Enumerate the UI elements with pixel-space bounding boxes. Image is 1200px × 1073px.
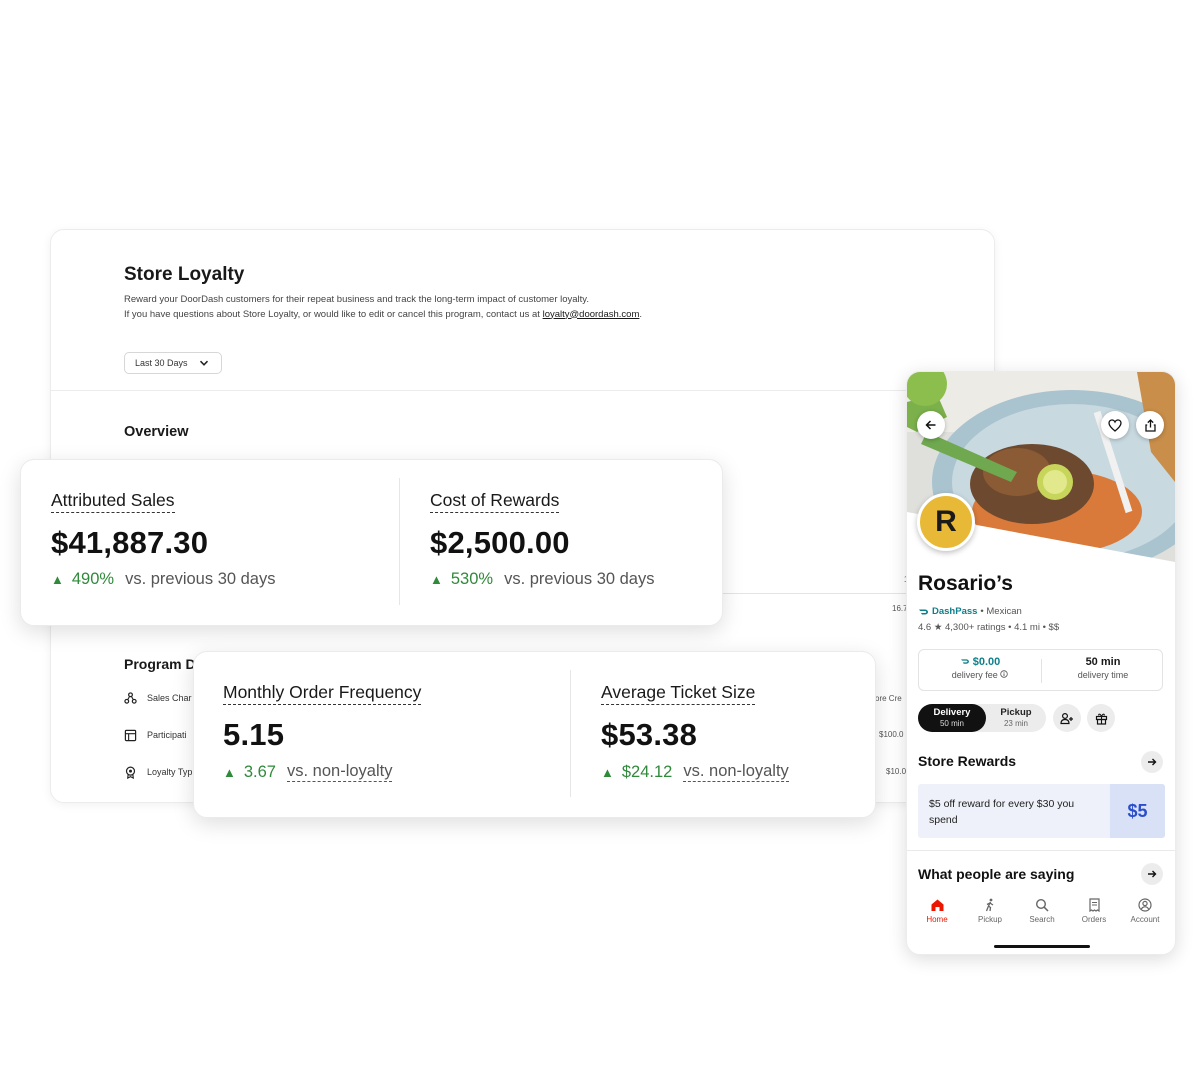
trend-up-icon: ▲ — [430, 572, 443, 587]
reward-offer-card[interactable]: $5 off reward for every $30 you spend $5 — [918, 784, 1165, 838]
program-row-sales-channel: Sales Char — [124, 690, 192, 706]
share-icon — [1144, 418, 1156, 432]
metric-cost-of-rewards: Cost of Rewards $2,500.00 ▲ 530% vs. pre… — [430, 490, 655, 589]
walking-person-icon — [985, 898, 994, 912]
trend-up-icon: ▲ — [601, 764, 614, 780]
metric-monthly-order-frequency: Monthly Order Frequency 5.15 ▲ 3.67 vs. … — [223, 682, 422, 782]
page-title: Store Loyalty — [124, 264, 245, 285]
delivery-time: 50 min delivery time — [1077, 656, 1129, 680]
metric-value: 5.15 — [223, 717, 285, 752]
cuisine-label: • Mexican — [980, 606, 1022, 617]
contact-email-link[interactable]: loyalty@doordash.com — [543, 309, 640, 320]
share-button[interactable] — [1136, 411, 1164, 439]
store-name: Rosario’s — [918, 572, 1013, 595]
metric-average-ticket-size: Average Ticket Size $53.38 ▲ $24.12 vs. … — [601, 682, 789, 782]
arrow-right-icon — [1148, 758, 1157, 766]
home-indicator — [994, 945, 1090, 948]
metric-value: $53.38 — [601, 717, 698, 752]
chevron-down-icon — [199, 360, 209, 366]
metric-delta: $24.12 — [621, 762, 673, 781]
toggle-delivery[interactable]: Delivery 50 min — [918, 704, 986, 732]
dashpass-icon — [919, 609, 928, 614]
metric-label[interactable]: Attributed Sales — [51, 490, 175, 513]
metric-comparison[interactable]: vs. non-loyalty — [287, 762, 393, 782]
page-description: Reward your DoorDash customers for their… — [124, 294, 643, 320]
trend-up-icon: ▲ — [223, 764, 236, 780]
info-icon — [1000, 670, 1008, 678]
store-logo: R — [917, 493, 975, 551]
tab-account[interactable]: Account — [1119, 898, 1171, 924]
fulfillment-toggle[interactable]: Delivery 50 min Pickup 23 min — [918, 704, 1046, 732]
search-icon — [1035, 898, 1049, 912]
divider — [907, 850, 1175, 851]
rating-line: 4.6 ★ 4,300+ ratings • 4.1 mi • $$ — [918, 622, 1060, 633]
heart-icon — [1108, 418, 1122, 432]
divider — [570, 670, 571, 797]
metric-value: $2,500.00 — [430, 525, 570, 560]
delivery-fee: $0.00 delivery fee — [919, 656, 1041, 680]
group-order-icon — [1060, 712, 1073, 724]
metric-delta: 3.67 — [243, 762, 276, 781]
peek-value: $100.0 — [879, 730, 904, 739]
account-icon — [1138, 898, 1152, 912]
store-rewards-arrow-button[interactable] — [1141, 751, 1163, 773]
trend-up-icon: ▲ — [51, 572, 64, 587]
peek-value: $10.0 — [886, 767, 907, 776]
overview-heading: Overview — [124, 424, 189, 440]
favorite-button[interactable] — [1101, 411, 1129, 439]
program-row-loyalty-type: Loyalty Typ — [124, 764, 192, 780]
reviews-heading: What people are saying — [918, 866, 1075, 882]
metric-comparison: vs. previous 30 days — [125, 570, 276, 588]
metric-attributed-sales: Attributed Sales $41,887.30 ▲ 490% vs. p… — [51, 490, 276, 589]
program-row-participating: Participati — [124, 727, 187, 743]
dashpass-label: DashPass — [932, 606, 978, 617]
program-details-heading: Program D — [124, 656, 196, 672]
back-button[interactable] — [917, 411, 945, 439]
receipt-icon — [1088, 898, 1100, 912]
tab-home[interactable]: Home — [911, 898, 963, 924]
metric-label[interactable]: Average Ticket Size — [601, 682, 756, 705]
metric-comparison[interactable]: vs. non-loyalty — [683, 762, 789, 782]
date-range-select[interactable]: Last 30 Days — [124, 352, 222, 374]
bottom-tab-bar: Home Pickup Search Orders Account — [907, 898, 1175, 934]
store-page-phone: R Rosario’s DashPass • Mexican 4.6 ★ 4,3… — [906, 371, 1176, 955]
metric-label[interactable]: Monthly Order Frequency — [223, 682, 422, 705]
gift-icon — [1095, 713, 1107, 725]
group-order-button[interactable] — [1053, 704, 1081, 732]
badge-icon — [125, 766, 136, 779]
tab-search[interactable]: Search — [1016, 898, 1068, 924]
home-icon — [931, 899, 943, 911]
metrics-card-sales: Attributed Sales $41,887.30 ▲ 490% vs. p… — [20, 459, 723, 626]
reward-description: $5 off reward for every $30 you spend — [929, 798, 1075, 826]
store-tags: DashPass • Mexican — [918, 606, 1022, 617]
tab-pickup[interactable]: Pickup — [964, 898, 1016, 924]
sales-channel-icon — [124, 691, 137, 704]
reward-amount: $5 — [1110, 784, 1165, 838]
metrics-card-orders: Monthly Order Frequency 5.15 ▲ 3.67 vs. … — [193, 651, 876, 818]
metric-comparison: vs. previous 30 days — [504, 570, 655, 588]
metric-label[interactable]: Cost of Rewards — [430, 490, 560, 513]
delivery-info-box[interactable]: $0.00 delivery fee 50 min delivery time — [918, 649, 1163, 691]
metric-delta: 490% — [71, 570, 115, 588]
toggle-pickup[interactable]: Pickup 23 min — [986, 704, 1046, 732]
tab-orders[interactable]: Orders — [1068, 898, 1120, 924]
dashpass-icon — [960, 659, 969, 664]
divider — [399, 478, 400, 605]
arrow-left-icon — [925, 420, 936, 430]
divider — [51, 390, 994, 391]
metric-delta: 530% — [450, 570, 494, 588]
peek-value: ore Cre — [875, 694, 902, 703]
store-rewards-heading: Store Rewards — [918, 753, 1017, 769]
reviews-arrow-button[interactable] — [1141, 863, 1163, 885]
store-icon — [124, 729, 137, 741]
gift-button[interactable] — [1087, 704, 1115, 732]
arrow-right-icon — [1148, 870, 1157, 878]
metric-value: $41,887.30 — [51, 525, 209, 560]
